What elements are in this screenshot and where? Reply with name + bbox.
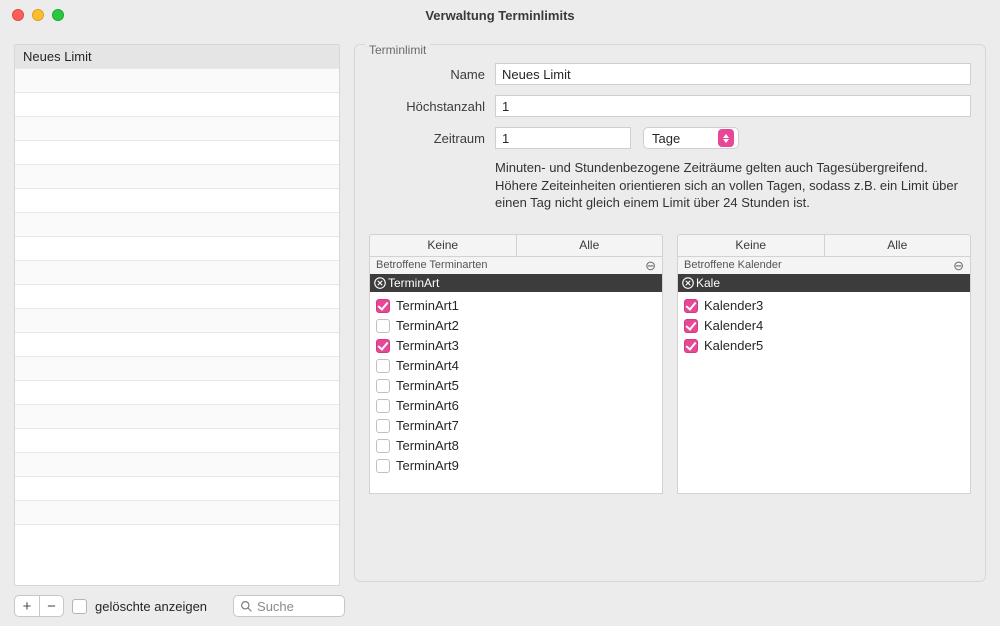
kalender-checkbox[interactable]	[684, 339, 698, 353]
clear-filter-icon[interactable]	[682, 277, 694, 289]
terminarten-more-icon[interactable]: ⊖	[645, 259, 656, 272]
kalender-label: Kalender4	[704, 318, 763, 333]
kalender-section-label: Betroffene Kalender	[684, 259, 782, 271]
list-item-blank	[15, 237, 339, 261]
kalender-tab-none[interactable]: Keine	[678, 235, 824, 256]
name-label: Name	[369, 67, 485, 82]
terminart-row[interactable]: TerminArt2	[376, 316, 656, 336]
group-title: Terminlimit	[365, 43, 430, 57]
list-item-blank	[15, 261, 339, 285]
terminart-checkbox[interactable]	[376, 399, 390, 413]
list-item-blank	[15, 477, 339, 501]
terminart-checkbox[interactable]	[376, 319, 390, 333]
list-item-blank	[15, 309, 339, 333]
list-item-blank	[15, 189, 339, 213]
terminart-row[interactable]: TerminArt5	[376, 376, 656, 396]
search-input[interactable]: Suche	[233, 595, 345, 617]
period-unit-value: Tage	[652, 131, 680, 146]
period-value-input[interactable]: 1	[495, 127, 631, 149]
terminart-row[interactable]: TerminArt6	[376, 396, 656, 416]
max-input[interactable]: 1	[495, 95, 971, 117]
terminarten-tab-none[interactable]: Keine	[370, 235, 516, 256]
clear-filter-icon[interactable]	[374, 277, 386, 289]
terminart-row[interactable]: TerminArt8	[376, 436, 656, 456]
period-label: Zeitraum	[369, 131, 485, 146]
add-limit-button[interactable]: +	[15, 596, 39, 616]
window-minimize-button[interactable]	[32, 9, 44, 21]
kalender-row[interactable]: Kalender3	[684, 296, 964, 316]
kalender-checkbox[interactable]	[684, 299, 698, 313]
list-item-blank	[15, 117, 339, 141]
search-placeholder: Suche	[257, 599, 294, 614]
terminart-row[interactable]: TerminArt4	[376, 356, 656, 376]
terminart-checkbox[interactable]	[376, 459, 390, 473]
remove-limit-button[interactable]: −	[39, 596, 63, 616]
list-item-blank	[15, 405, 339, 429]
window-zoom-button[interactable]	[52, 9, 64, 21]
kalender-label: Kalender5	[704, 338, 763, 353]
terminart-row[interactable]: TerminArt1	[376, 296, 656, 316]
list-item-blank	[15, 165, 339, 189]
terminart-label: TerminArt1	[396, 298, 459, 313]
max-label: Höchstanzahl	[369, 99, 485, 114]
kalender-label: Kalender3	[704, 298, 763, 313]
show-deleted-label: gelöschte anzeigen	[95, 599, 207, 614]
terminart-checkbox[interactable]	[376, 299, 390, 313]
list-item-blank	[15, 213, 339, 237]
show-deleted-checkbox[interactable]	[72, 599, 87, 614]
kalender-row[interactable]: Kalender5	[684, 336, 964, 356]
list-item[interactable]: Neues Limit	[15, 45, 339, 69]
list-item-blank	[15, 333, 339, 357]
list-item-blank	[15, 381, 339, 405]
terminart-checkbox[interactable]	[376, 379, 390, 393]
window-close-button[interactable]	[12, 9, 24, 21]
period-unit-select[interactable]: Tage	[643, 127, 739, 149]
limits-list[interactable]: Neues Limit	[14, 44, 340, 586]
chevron-updown-icon	[718, 129, 734, 147]
terminart-row[interactable]: TerminArt7	[376, 416, 656, 436]
kalender-checkbox[interactable]	[684, 319, 698, 333]
terminart-label: TerminArt3	[396, 338, 459, 353]
kalender-more-icon[interactable]: ⊖	[953, 259, 964, 272]
list-item-blank	[15, 525, 339, 549]
kalender-tab-all[interactable]: Alle	[824, 235, 971, 256]
list-item-blank	[15, 501, 339, 525]
list-item-blank	[15, 285, 339, 309]
period-help-text: Minuten- und Stundenbezogene Zeiträume g…	[495, 159, 965, 212]
terminart-checkbox[interactable]	[376, 419, 390, 433]
terminarten-filter-text: TerminArt	[388, 276, 439, 290]
terminarten-tab-all[interactable]: Alle	[516, 235, 663, 256]
terminart-label: TerminArt6	[396, 398, 459, 413]
terminart-row[interactable]: TerminArt9	[376, 456, 656, 476]
list-item-blank	[15, 69, 339, 93]
list-item-blank	[15, 141, 339, 165]
kalender-filter[interactable]: Kale	[677, 274, 971, 292]
terminart-label: TerminArt9	[396, 458, 459, 473]
kalender-row[interactable]: Kalender4	[684, 316, 964, 336]
terminart-label: TerminArt5	[396, 378, 459, 393]
terminart-row[interactable]: TerminArt3	[376, 336, 656, 356]
list-item-blank	[15, 93, 339, 117]
terminart-label: TerminArt4	[396, 358, 459, 373]
list-item-blank	[15, 357, 339, 381]
terminart-checkbox[interactable]	[376, 339, 390, 353]
terminart-checkbox[interactable]	[376, 439, 390, 453]
name-input[interactable]: Neues Limit	[495, 63, 971, 85]
terminarten-filter[interactable]: TerminArt	[369, 274, 663, 292]
kalender-list[interactable]: Kalender3 Kalender4 Kalender5	[677, 292, 971, 494]
terminart-checkbox[interactable]	[376, 359, 390, 373]
terminarten-list[interactable]: TerminArt1 TerminArt2 TerminArt3 TerminArt4…	[369, 292, 663, 494]
window-title: Verwaltung Terminlimits	[0, 8, 1000, 23]
terminarten-section-label: Betroffene Terminarten	[376, 259, 488, 271]
list-item-blank	[15, 453, 339, 477]
kalender-filter-text: Kale	[696, 276, 720, 290]
list-item-blank	[15, 429, 339, 453]
terminart-label: TerminArt7	[396, 418, 459, 433]
search-icon	[240, 600, 253, 613]
terminart-label: TerminArt8	[396, 438, 459, 453]
terminart-label: TerminArt2	[396, 318, 459, 333]
